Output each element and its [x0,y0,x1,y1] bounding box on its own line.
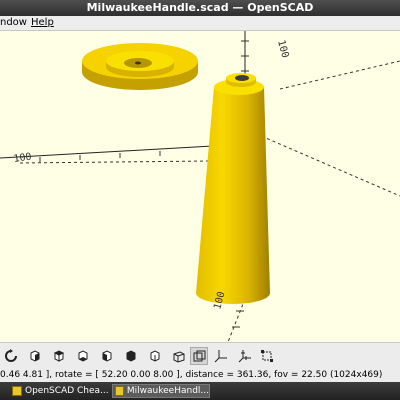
z-axis-dashed [227,298,246,342]
view-front-icon [126,350,136,362]
view-top-icon [53,350,65,362]
handle-part [196,73,270,304]
y-axis-label: 100 [275,39,290,59]
show-scale-markers-button[interactable] [236,347,254,365]
show-edges-icon [261,350,273,362]
reset-view-button[interactable] [2,347,20,365]
viewport-canvas: 100 100 100 [0,31,400,342]
view-back-icon [150,350,160,362]
y-axis-dashed [19,160,211,164]
show-scale-markers-icon [238,350,251,363]
view-left-button[interactable] [98,347,116,365]
flange-part [82,43,198,90]
view-back-button[interactable] [146,347,164,365]
menu-help[interactable]: Help [31,16,54,30]
show-axes-button[interactable] [212,347,230,365]
view-left-icon [102,350,112,362]
view-front-button[interactable] [122,347,140,365]
3d-viewport[interactable]: 100 100 100 [0,31,400,342]
openscad-icon [115,386,124,396]
perspective-button[interactable] [170,347,188,365]
menu-window[interactable]: ndow [0,16,27,30]
y-axis-dashed-upper [279,60,400,90]
taskbar: OpenSCAD Chea... MilwaukeeHandl... [0,382,400,400]
x-axis-label: 100 [13,152,32,165]
view-right-icon [30,350,40,362]
x-axis-solid-left [0,144,231,159]
menu-bar: ndow Help [0,16,400,31]
show-edges-button[interactable] [258,347,276,365]
view-toolbar [0,342,400,369]
show-axes-icon [214,350,227,363]
taskbar-item-label: MilwaukeeHandl... [126,386,209,396]
x-axis-dashed-right [244,128,400,197]
view-top-button[interactable] [50,347,68,365]
taskbar-item-handle[interactable]: MilwaukeeHandl... [112,384,210,398]
window-title: MilwaukeeHandle.scad — OpenSCAD [0,0,400,16]
view-bottom-button[interactable] [74,347,92,365]
taskbar-item-label: OpenSCAD Chea... [25,386,109,396]
perspective-icon [173,351,185,363]
openscad-icon [12,386,22,396]
view-bottom-icon [78,350,88,362]
taskbar-item-cheatsheet[interactable]: OpenSCAD Chea... [10,384,110,398]
orthogonal-button[interactable] [190,347,208,365]
reset-view-icon [5,349,17,362]
status-bar: 0.46 4.81 ], rotate = [ 52.20 0.00 8.00 … [0,369,400,382]
orthogonal-icon [193,350,206,362]
view-right-button[interactable] [26,347,44,365]
